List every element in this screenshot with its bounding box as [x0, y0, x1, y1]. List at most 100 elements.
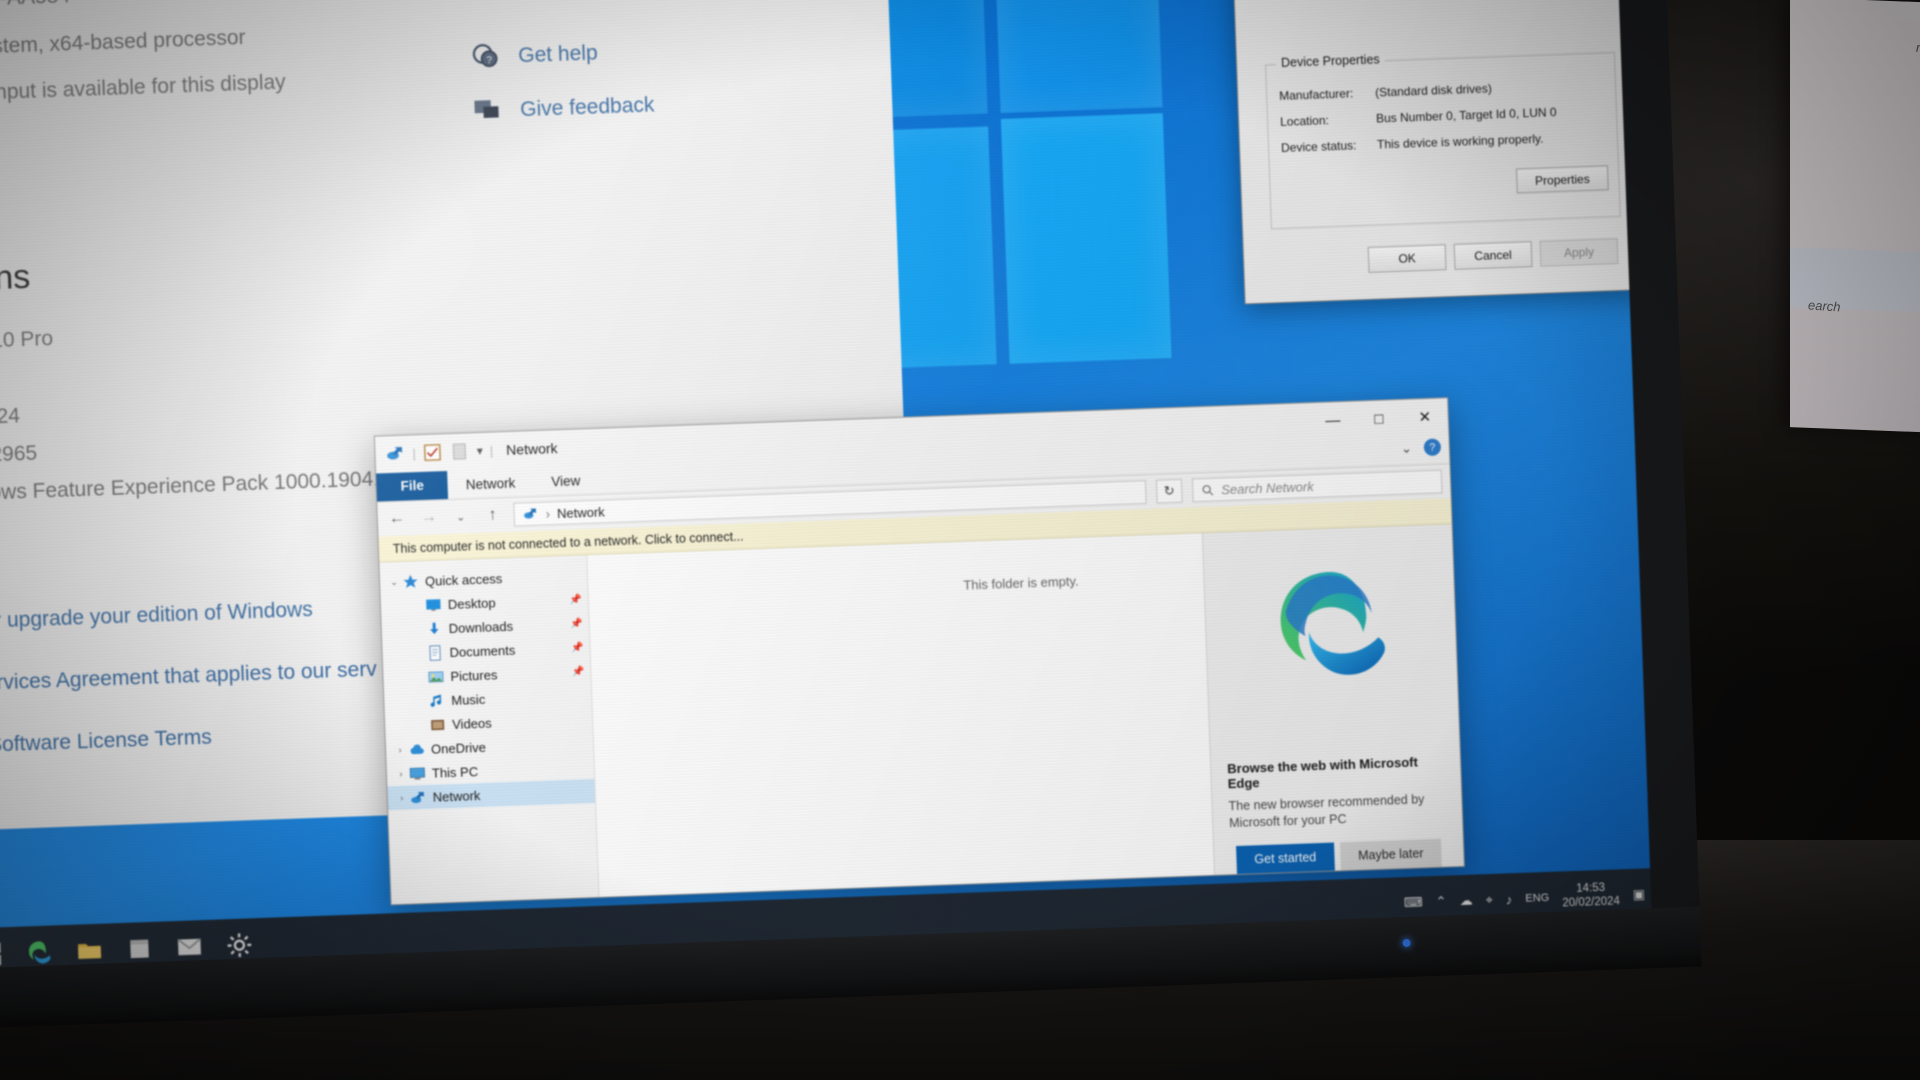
- file-explorer-window: | ▾ | Network — □ ✕ File Network View ⌄ …: [373, 397, 1465, 906]
- give-feedback-icon: [472, 95, 503, 126]
- touch-keyboard-icon[interactable]: ⌨: [1404, 894, 1423, 911]
- tree-chevron-icon[interactable]: [413, 725, 429, 726]
- edge-promo-title: Browse the web with Microsoft Edge: [1226, 754, 1419, 792]
- window-controls: — □ ✕: [1309, 398, 1448, 439]
- edge-promo-buttons: Get started Maybe later: [1235, 838, 1442, 875]
- ribbon-right-controls: ⌄ ?: [1401, 438, 1442, 457]
- get-started-button[interactable]: Get started: [1235, 842, 1335, 875]
- music-icon: [428, 692, 446, 710]
- onedrive-tray-icon[interactable]: ☁: [1459, 893, 1473, 909]
- refresh-button[interactable]: ↻: [1155, 478, 1183, 504]
- close-button[interactable]: ✕: [1401, 398, 1448, 436]
- tree-chevron-icon[interactable]: [412, 701, 428, 702]
- clock[interactable]: 14:53 20/02/2024: [1562, 882, 1620, 911]
- help-icon[interactable]: ?: [1423, 438, 1442, 457]
- search-input[interactable]: Search Network: [1191, 469, 1443, 503]
- edge-logo-icon: [1280, 571, 1385, 675]
- maybe-later-button[interactable]: Maybe later: [1339, 838, 1442, 871]
- pin-icon[interactable]: 📌: [571, 642, 584, 653]
- ok-button[interactable]: OK: [1367, 244, 1447, 273]
- tree-chevron-icon[interactable]: [411, 677, 427, 678]
- action-center-icon[interactable]: ▣: [1632, 886, 1645, 902]
- explorer-body: ⌄ Quick access Desktop 📌 Downloads 📌 Documents…: [379, 524, 1464, 905]
- breadcrumb-separator: ›: [545, 505, 551, 522]
- edge-promo-subtitle: The new browser recommended by Microsoft…: [1228, 792, 1425, 831]
- software-license-terms-link[interactable]: icrosoft Software License Terms: [0, 726, 212, 761]
- videos-icon: [429, 716, 447, 734]
- back-button[interactable]: ←: [385, 509, 408, 528]
- tree-chevron-icon[interactable]: [411, 653, 427, 654]
- forward-button[interactable]: →: [417, 508, 440, 527]
- tab-network[interactable]: Network: [447, 471, 533, 499]
- breadcrumb-item-network[interactable]: Network: [557, 504, 605, 521]
- svg-text:?: ?: [486, 55, 492, 66]
- star-icon: [402, 573, 420, 591]
- tree-chevron-icon[interactable]: ›: [394, 793, 410, 804]
- tree-chevron-icon[interactable]: ›: [393, 769, 409, 780]
- tree-item-label: Videos: [451, 715, 492, 732]
- tree-item-label: Network: [432, 787, 481, 805]
- get-help-link[interactable]: Get help: [518, 41, 598, 68]
- pin-icon[interactable]: 📌: [569, 594, 582, 605]
- secondary-monitor-corner-text: rts: [1915, 39, 1920, 56]
- device-status-label: Device status:: [1280, 138, 1357, 155]
- tree-item-label: Quick access: [424, 570, 503, 589]
- tree-chevron-icon[interactable]: ›: [392, 745, 408, 756]
- tree-chevron-icon[interactable]: [410, 629, 426, 630]
- pictures-icon: [427, 668, 445, 686]
- desktop-icon: [425, 596, 443, 614]
- search-icon: [1202, 484, 1214, 495]
- content-pane[interactable]: This folder is empty. Browse the web wit…: [587, 524, 1464, 897]
- pin-icon[interactable]: 📌: [572, 666, 585, 677]
- network-breadcrumb-icon: [524, 508, 536, 519]
- manufacturer-label: Manufacturer:: [1278, 86, 1354, 104]
- tree-item-label: Desktop: [447, 594, 496, 612]
- give-feedback-link[interactable]: Give feedback: [520, 93, 655, 122]
- tab-file[interactable]: File: [376, 471, 449, 502]
- device-spec-line-3: perating system, x64-based processor: [0, 25, 246, 62]
- spec-os-build: 19045.2965: [0, 441, 38, 469]
- services-agreement-link[interactable]: rosoft Services Agreement that applies t…: [0, 658, 377, 699]
- up-button[interactable]: ↑: [481, 506, 504, 525]
- primary-monitor: -BED7-425B-AF23-34D579214A7C 0000-00000-…: [0, 0, 1742, 1039]
- tab-view[interactable]: View: [533, 469, 599, 496]
- monitor-screen: -BED7-425B-AF23-34D579214A7C 0000-00000-…: [0, 0, 1652, 981]
- language-indicator[interactable]: ENG: [1525, 892, 1549, 905]
- minimize-button[interactable]: —: [1309, 401, 1356, 439]
- location-label: Location:: [1279, 113, 1330, 129]
- show-hidden-icons-chevron-icon[interactable]: ⌃: [1435, 894, 1446, 910]
- tree-chevron-icon[interactable]: ⌄: [386, 576, 402, 588]
- recent-locations-button[interactable]: ⌄: [450, 510, 472, 524]
- network-icon: [387, 446, 403, 460]
- onedrive-icon: [408, 740, 426, 758]
- tree-item-label: This PC: [431, 763, 479, 781]
- pin-icon[interactable]: 📌: [570, 618, 583, 629]
- windows-specifications-heading: ifications: [0, 257, 31, 301]
- photo-scene: rts earch -BED7-425B-AF23-34D579214A7C 0…: [0, 0, 1920, 1080]
- new-folder-quick-icon[interactable]: [449, 441, 470, 462]
- maximize-button[interactable]: □: [1355, 400, 1402, 438]
- properties-button[interactable]: Properties: [1515, 165, 1609, 194]
- empty-folder-message: This folder is empty.: [963, 573, 1079, 593]
- documents-icon: [426, 644, 444, 662]
- device-spec-line-2: 0000-00000-AA584: [0, 0, 70, 15]
- ribbon-expand-icon[interactable]: ⌄: [1401, 440, 1412, 456]
- cancel-button[interactable]: Cancel: [1453, 241, 1533, 270]
- tree-chevron-icon[interactable]: [409, 605, 425, 606]
- device-spec-line-4: n or touch input is available for this d…: [0, 70, 287, 108]
- device-properties-group-title: Device Properties: [1275, 52, 1385, 71]
- qat-dropdown-icon[interactable]: ▾: [477, 444, 484, 458]
- change-product-key-link[interactable]: uct key or upgrade your edition of Windo…: [0, 598, 313, 636]
- volume-tray-icon[interactable]: ♪: [1506, 892, 1513, 907]
- secondary-monitor-search-text: earch: [1807, 297, 1841, 315]
- tree-item-label: Music: [451, 691, 486, 708]
- device-properties-dialog: Device Properties Manufacturer: (Standar…: [1222, 0, 1645, 305]
- properties-quick-icon[interactable]: [422, 442, 443, 463]
- network-tray-icon[interactable]: ⌖: [1485, 892, 1493, 908]
- downloads-icon: [425, 620, 443, 638]
- spec-edition: Windows 10 Pro: [0, 327, 54, 355]
- tree-item-label: Downloads: [448, 618, 514, 636]
- manufacturer-value: (Standard disk drives): [1374, 81, 1493, 100]
- apply-button[interactable]: Apply: [1539, 238, 1619, 267]
- tree-item-label: Pictures: [450, 666, 498, 684]
